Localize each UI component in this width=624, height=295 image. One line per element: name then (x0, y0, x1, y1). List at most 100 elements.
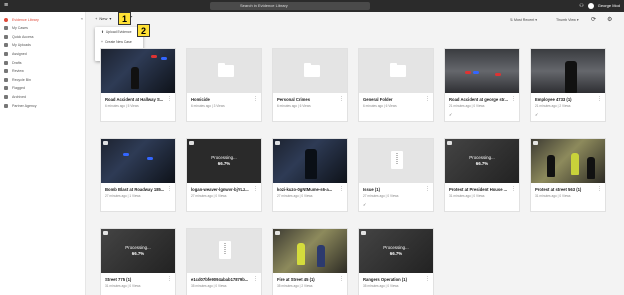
card[interactable]: Road Accident at Hallway S... 6 minutes … (100, 48, 176, 122)
plus-icon: + (101, 40, 103, 44)
avatar[interactable] (587, 3, 594, 9)
card-title: logan-weaver-lgnwvr-bjYLz... (191, 187, 249, 192)
decor (571, 153, 579, 175)
media-icon (361, 231, 366, 235)
card[interactable]: Personal Crimes 6 minutes ago | 6 Views … (272, 48, 348, 122)
decor (151, 55, 157, 58)
card-meta: 6 minutes ago | 3 Views (191, 104, 225, 108)
card[interactable]: Processing... 66.7% logan-weaver-lgnwvr-… (186, 138, 262, 212)
card[interactable]: Processing... 66.7% Rangers Operation (1… (358, 228, 434, 295)
more-icon[interactable]: ⋮ (253, 186, 258, 192)
menu-item-label: Create New Case (104, 40, 132, 44)
card[interactable]: Issue (1) 27 minutes ago | 0 Views ⋮ ✓ (358, 138, 434, 212)
card-meta: 27 minutes ago | 0 Views (363, 194, 399, 198)
bolt-icon (4, 34, 8, 39)
archive-icon (4, 95, 8, 100)
sidebar-item-label: Quick Access (12, 34, 34, 39)
refresh-icon[interactable]: ⟳ (591, 16, 596, 23)
card[interactable]: Protest at street 563 (1) 31 minutes ago… (530, 138, 606, 212)
more-icon[interactable]: ⋮ (167, 186, 172, 192)
partner-icon (4, 103, 8, 108)
sidebar-item-label: Flagged (12, 86, 25, 91)
sidebar-item-my-cases[interactable]: My Cases (0, 24, 85, 33)
sidebar-item-label: Assigned (12, 52, 27, 57)
more-icon[interactable]: ⋮ (511, 186, 516, 192)
sidebar-item-evidence-library[interactable]: Evidence Library (0, 12, 85, 24)
card[interactable]: Processing... 66.7% Street 775 (1) 31 mi… (100, 228, 176, 295)
card-meta: 31 minutes ago | 0 Views (449, 194, 485, 198)
card[interactable]: Fire at Street 45 (1) 35 minutes ago | 2… (272, 228, 348, 295)
more-icon[interactable]: ⋮ (167, 276, 172, 282)
more-icon[interactable]: ⋮ (253, 96, 258, 102)
sidebar-item-drafts[interactable]: Drafts (0, 58, 85, 67)
more-icon[interactable]: ⋮ (339, 186, 344, 192)
sidebar-item-flagged[interactable]: Flagged (0, 84, 85, 93)
card-thumbnail: Processing... 66.7% (101, 229, 175, 273)
sidebar-item-label: Review (12, 69, 24, 74)
more-icon[interactable]: ⋮ (167, 96, 172, 102)
media-icon (275, 141, 280, 145)
media-icon (103, 141, 108, 145)
view-dropdown[interactable]: Thumb View ▾ (556, 18, 579, 22)
more-icon[interactable]: ⋮ (425, 96, 430, 102)
people-icon[interactable]: ⚇ (579, 3, 583, 9)
sidebar-item-my-uploads[interactable]: My Uploads (0, 41, 85, 50)
card-title: General Folder (363, 97, 393, 102)
sidebar-item-assigned[interactable]: Assigned (0, 50, 85, 59)
user-name[interactable]: George Mod (598, 3, 620, 9)
card[interactable]: Homicide 6 minutes ago | 3 Views ⋮ (186, 48, 262, 122)
sort-dropdown[interactable]: ⇅ Most Recent ▾ (510, 18, 537, 22)
sidebar-item-review[interactable]: Review (0, 67, 85, 76)
card[interactable]: Bomb Blast at Roadway 185... 27 minutes … (100, 138, 176, 212)
view-label: Thumb View (556, 18, 576, 22)
card[interactable]: Employee 4733 (1) 21 minutes ago | 2 Vie… (530, 48, 606, 122)
card-title: Employee 4733 (1) (535, 97, 572, 102)
sidebar-item-quick-access[interactable]: Quick Access (0, 33, 85, 42)
decor (147, 157, 153, 160)
more-icon[interactable]: ⋮ (425, 186, 430, 192)
search-input[interactable]: Search in Evidence Library (210, 2, 370, 10)
media-icon (447, 141, 452, 145)
card-meta: 27 minutes ago | 1 Views (105, 194, 141, 198)
more-icon[interactable]: ⋮ (511, 96, 516, 102)
sidebar-item-partner-agency[interactable]: Partner Agency (0, 101, 85, 110)
more-icon[interactable]: ⋮ (339, 96, 344, 102)
collapse-icon[interactable]: « (81, 16, 83, 21)
card-thumbnail (359, 49, 433, 93)
media-icon (189, 141, 194, 145)
processing-label: Processing... (383, 245, 409, 250)
sidebar-item-archived[interactable]: Archived (0, 93, 85, 102)
menu-item-upload-evidence[interactable]: ⬆ Upload Evidence (95, 27, 143, 37)
hamburger-icon[interactable]: ≡ (4, 2, 8, 9)
new-button[interactable]: + New ▾ (95, 16, 111, 21)
card[interactable]: Processing... 66.7% Protest at President… (444, 138, 520, 212)
settings-icon[interactable]: ⚙ (607, 16, 612, 23)
sidebar-item-recycle-bin[interactable]: Recycle Bin (0, 76, 85, 85)
card-thumbnail (273, 229, 347, 273)
chevron-down-icon: ▾ (576, 18, 579, 22)
top-bar: ≡ Search in Evidence Library ⚇ George Mo… (0, 0, 624, 12)
card-meta: 35 minutes ago | 2 Views (277, 284, 313, 288)
card-title: Homicide (191, 97, 210, 102)
zip-file-icon (219, 241, 231, 259)
sidebar-item-label: Partner Agency (12, 103, 37, 108)
more-icon[interactable]: ⋮ (425, 276, 430, 282)
decor (297, 243, 305, 265)
card-title: e1cd07bfe9094abab17879b... (191, 277, 249, 282)
more-icon[interactable]: ⋮ (339, 276, 344, 282)
more-icon[interactable]: ⋮ (597, 96, 602, 102)
upload-icon: ⬆ (101, 30, 104, 34)
more-icon[interactable]: ⋮ (253, 276, 258, 282)
more-icon[interactable]: ⋮ (597, 186, 602, 192)
card[interactable]: e1cd07bfe9094abab17879b... 35 minutes ag… (186, 228, 262, 295)
card-title: Issue (1) (363, 187, 380, 192)
card-meta: 35 minutes ago | 0 Views (191, 284, 227, 288)
menu-item-create-new-case[interactable]: + Create New Case (95, 37, 143, 47)
card[interactable]: Road Accident at george str... 21 minute… (444, 48, 520, 122)
user-area[interactable]: ⚇ George Mod (579, 3, 620, 9)
library-icon (4, 18, 8, 22)
upload-icon (4, 43, 8, 48)
card[interactable]: General Folder 6 minutes ago | 6 Views ⋮ (358, 48, 434, 122)
card-thumbnail: Processing... 66.7% (359, 229, 433, 273)
card[interactable]: kozi-kuzo-0gNtMume-s6-a... 27 minutes ag… (272, 138, 348, 212)
